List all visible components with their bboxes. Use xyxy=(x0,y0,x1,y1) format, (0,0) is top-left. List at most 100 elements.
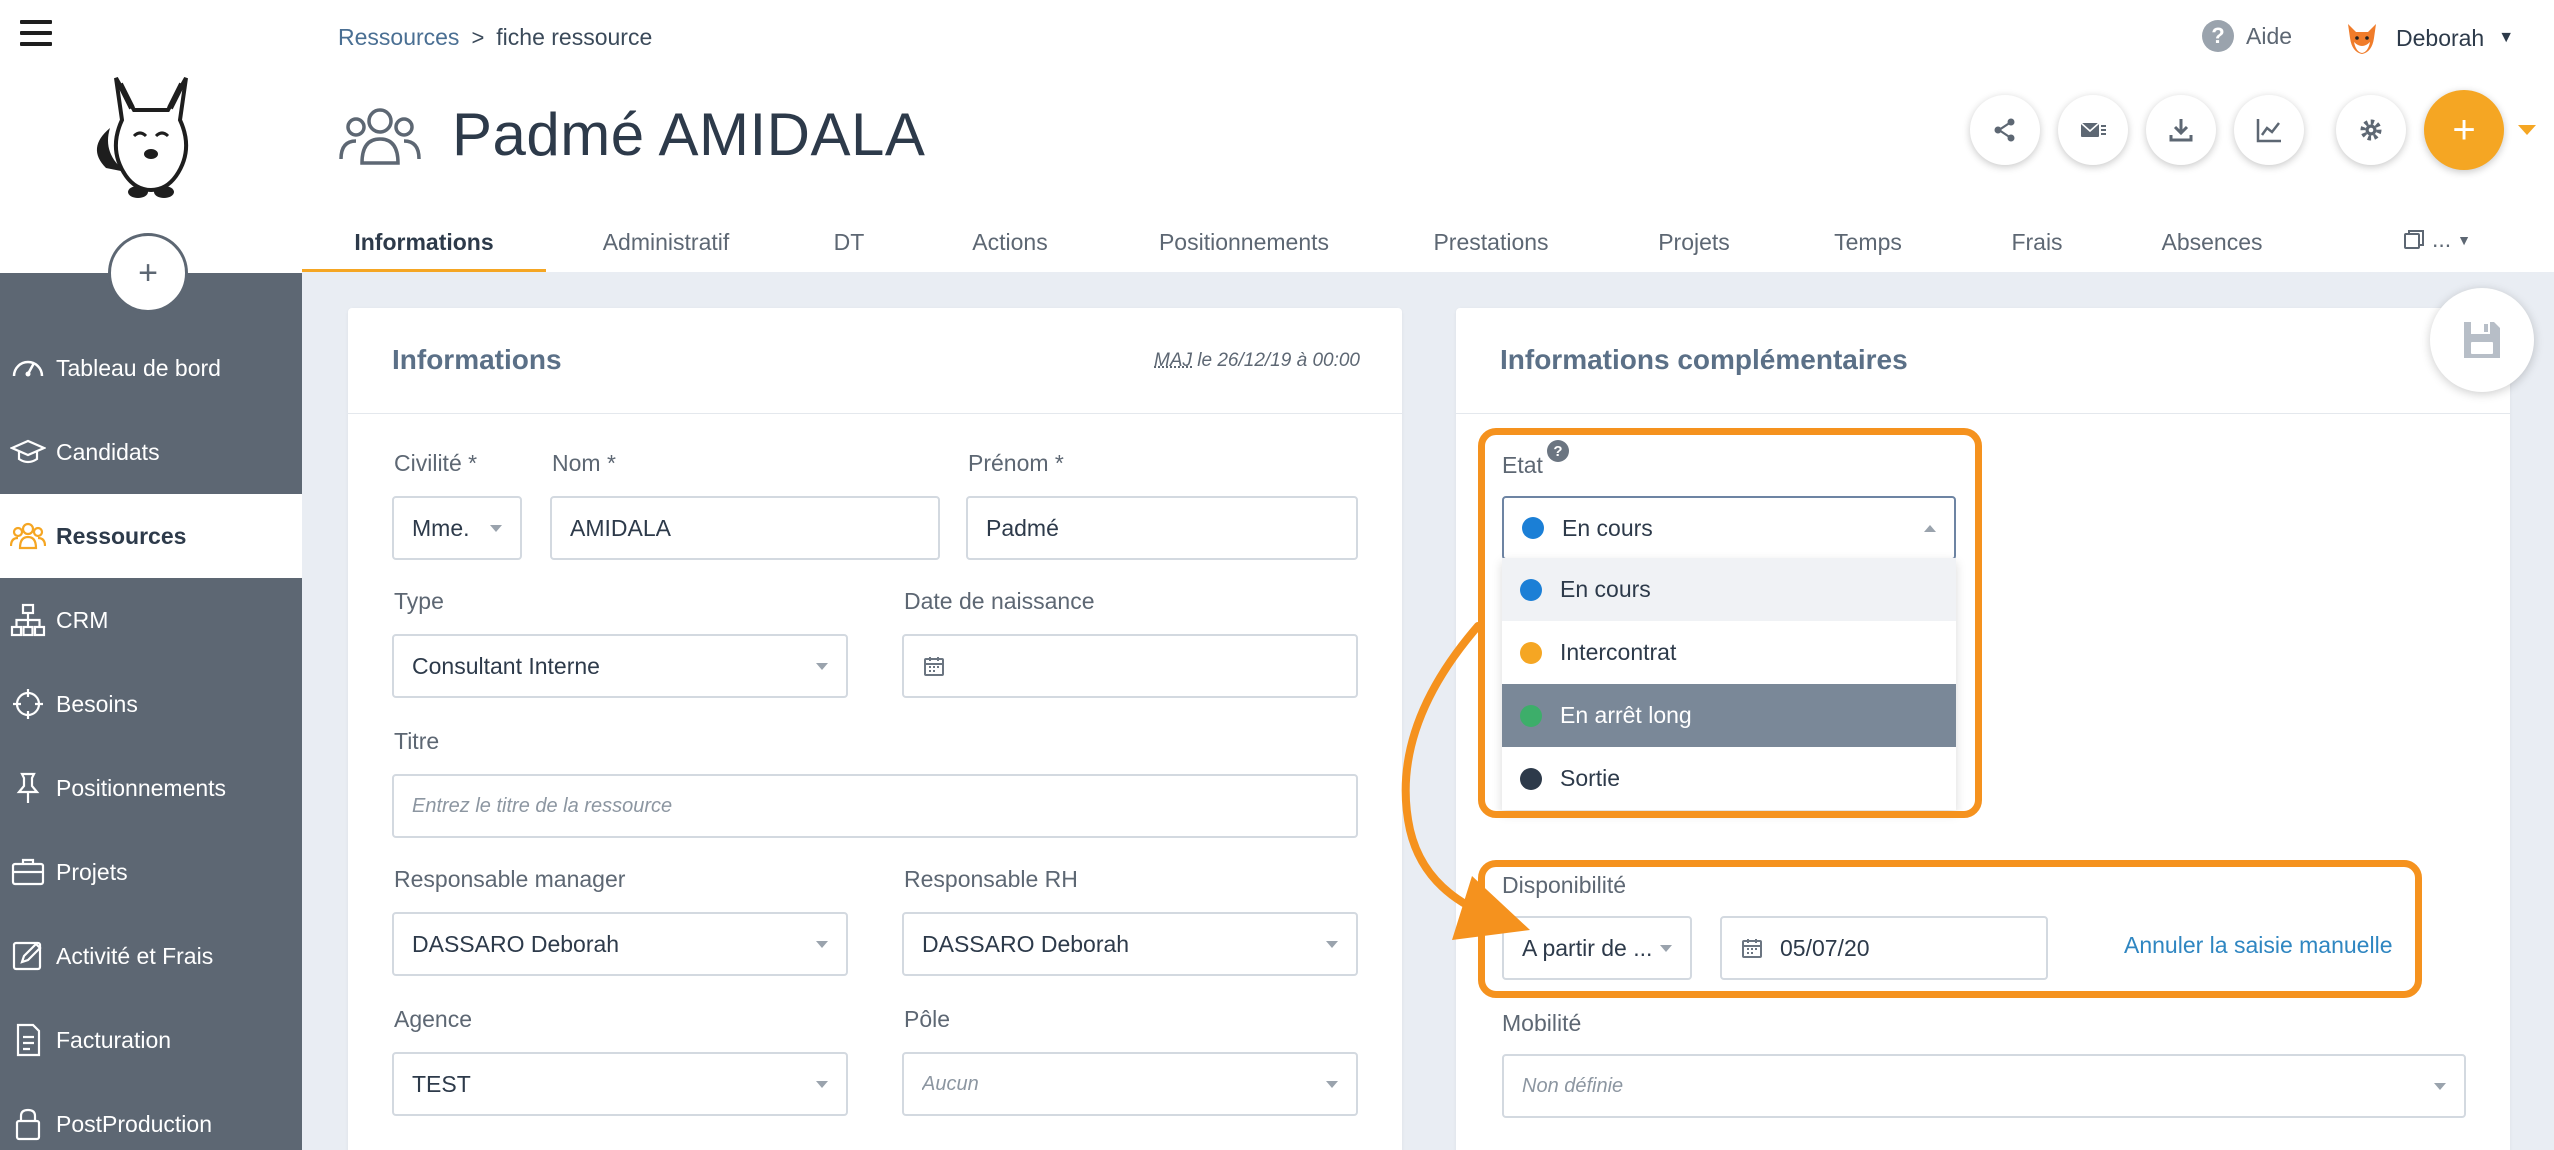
fox-logo xyxy=(76,58,226,208)
etat-option-intercontrat[interactable]: Intercontrat xyxy=(1502,621,1956,684)
sidebar-item-activite-et-frais[interactable]: Activité et Frais xyxy=(0,914,302,998)
option-label: En arrêt long xyxy=(1560,702,1692,728)
floppy-disk-icon xyxy=(2464,322,2500,358)
etat-option-en-arret-long[interactable]: En arrêt long xyxy=(1502,684,1956,747)
tab-administratif[interactable]: Administratif xyxy=(546,212,786,272)
titre-placeholder: Entrez le titre de la ressource xyxy=(412,794,673,817)
breadcrumb-separator: > xyxy=(471,24,485,50)
tab-positionnements[interactable]: Positionnements xyxy=(1108,212,1380,272)
mobilite-value: Non définie xyxy=(1522,1074,1624,1097)
etat-option-en-cours[interactable]: En cours xyxy=(1502,558,1956,621)
sidebar-item-postproduction[interactable]: PostProduction xyxy=(0,1082,302,1150)
chevron-down-icon xyxy=(816,1080,828,1088)
mobilite-select[interactable]: Non définie xyxy=(1502,1054,2466,1118)
tab-absences[interactable]: Absences xyxy=(2124,212,2300,272)
statistics-button[interactable] xyxy=(2234,95,2304,165)
pin-icon xyxy=(10,770,46,806)
etat-select[interactable]: En cours xyxy=(1502,496,1956,560)
org-chart-icon xyxy=(10,602,46,638)
maj-text: le 26/12/19 à 00:00 xyxy=(1192,350,1360,371)
etat-value: En cours xyxy=(1562,514,1653,541)
card-title: Informations complémentaires xyxy=(1500,344,1908,375)
status-dot-icon xyxy=(1522,517,1544,539)
annuler-saisie-manuelle-link[interactable]: Annuler la saisie manuelle xyxy=(2124,932,2393,959)
agence-select[interactable]: TEST xyxy=(392,1052,848,1116)
calendar-icon xyxy=(1742,939,1762,958)
download-button[interactable] xyxy=(2146,95,2216,165)
chart-line-icon xyxy=(2256,119,2281,143)
sidebar-item-tableau-de-bord[interactable]: Tableau de bord xyxy=(0,326,302,410)
copy-icon xyxy=(2404,229,2424,249)
email-icon xyxy=(2080,122,2106,137)
user-menu[interactable]: Deborah ▼ xyxy=(2342,18,2514,58)
disponibilite-date-value: 05/07/20 xyxy=(1780,934,1870,961)
prenom-input[interactable]: Padmé xyxy=(966,496,1358,560)
share-button[interactable] xyxy=(1970,95,2040,165)
help-link[interactable]: ? Aide xyxy=(2202,20,2292,52)
etat-option-sortie[interactable]: Sortie xyxy=(1502,747,1956,810)
tab-temps[interactable]: Temps xyxy=(1786,212,1950,272)
send-email-button[interactable] xyxy=(2058,95,2128,165)
etat-label: Etat xyxy=(1502,452,1543,478)
responsable-rh-value: DASSARO Deborah xyxy=(922,930,1130,957)
sidebar-item-label: Facturation xyxy=(56,1026,172,1053)
tab-frais[interactable]: Frais xyxy=(1950,212,2124,272)
sidebar-nav: Tableau de bord Candidats Ressources CRM… xyxy=(0,326,302,1150)
graduation-cap-icon xyxy=(9,434,47,470)
add-menu-caret-icon[interactable] xyxy=(2518,125,2536,135)
breadcrumb-current: fiche ressource xyxy=(496,24,653,50)
responsable-manager-label: Responsable manager xyxy=(394,866,626,892)
tab-prestations[interactable]: Prestations xyxy=(1380,212,1602,272)
help-question-icon[interactable]: ? xyxy=(1547,440,1569,462)
sidebar-item-label: PostProduction xyxy=(56,1110,212,1137)
chevron-down-icon xyxy=(816,940,828,948)
sidebar-item-facturation[interactable]: Facturation xyxy=(0,998,302,1082)
sidebar-item-projets[interactable]: Projets xyxy=(0,830,302,914)
civilite-value: Mme. xyxy=(412,514,470,541)
crosshair-icon xyxy=(10,686,46,722)
tab-dt[interactable]: DT xyxy=(786,212,912,272)
save-button[interactable] xyxy=(2430,288,2534,392)
calendar-icon xyxy=(924,657,944,676)
help-label: Aide xyxy=(2246,22,2293,49)
mobilite-label: Mobilité xyxy=(1502,1010,1582,1036)
titre-label: Titre xyxy=(394,728,440,754)
type-select[interactable]: Consultant Interne xyxy=(392,634,848,698)
tab-actions[interactable]: Actions xyxy=(912,212,1108,272)
titre-input[interactable]: Entrez le titre de la ressource xyxy=(392,774,1358,838)
tab-projets[interactable]: Projets xyxy=(1602,212,1786,272)
hamburger-menu-icon[interactable] xyxy=(20,20,52,46)
civilite-select[interactable]: Mme. xyxy=(392,496,522,560)
download-icon xyxy=(2169,119,2193,142)
sidebar-item-candidats[interactable]: Candidats xyxy=(0,410,302,494)
pole-select[interactable]: Aucun xyxy=(902,1052,1358,1116)
chevron-down-icon xyxy=(2434,1082,2446,1090)
sidebar-item-ressources[interactable]: Ressources xyxy=(0,494,302,578)
chevron-down-icon xyxy=(1326,940,1338,948)
sidebar-item-crm[interactable]: CRM xyxy=(0,578,302,662)
nom-input[interactable]: AMIDALA xyxy=(550,496,940,560)
chevron-down-icon xyxy=(816,662,828,670)
sidebar-item-besoins[interactable]: Besoins xyxy=(0,662,302,746)
caret-down-icon: ▼ xyxy=(2498,29,2515,46)
tab-informations[interactable]: Informations xyxy=(302,212,546,272)
tab-bar: Informations Administratif DT Actions Po… xyxy=(302,212,2554,272)
sidebar-item-label: Ressources xyxy=(56,522,187,549)
breadcrumb-parent-link[interactable]: Ressources xyxy=(338,24,459,51)
add-button[interactable]: + xyxy=(2424,90,2504,170)
quick-add-button[interactable]: + xyxy=(108,233,188,313)
card-header: Informations MAJ le 26/12/19 à 00:00 xyxy=(348,308,1402,414)
settings-button[interactable] xyxy=(2336,95,2406,165)
fox-avatar-icon xyxy=(2342,18,2382,58)
responsable-rh-select[interactable]: DASSARO Deborah xyxy=(902,912,1358,976)
option-label: En cours xyxy=(1560,576,1651,602)
nom-value: AMIDALA xyxy=(570,514,671,541)
disponibilite-date-input[interactable]: 05/07/20 xyxy=(1720,916,2048,980)
disponibilite-mode-select[interactable]: A partir de ... xyxy=(1502,916,1692,980)
more-tabs-button[interactable]: ... ▼ xyxy=(2402,226,2471,253)
date-naissance-input[interactable] xyxy=(902,634,1358,698)
responsable-manager-select[interactable]: DASSARO Deborah xyxy=(392,912,848,976)
people-icon xyxy=(338,103,422,167)
agence-value: TEST xyxy=(412,1070,471,1097)
sidebar-item-positionnements[interactable]: Positionnements xyxy=(0,746,302,830)
